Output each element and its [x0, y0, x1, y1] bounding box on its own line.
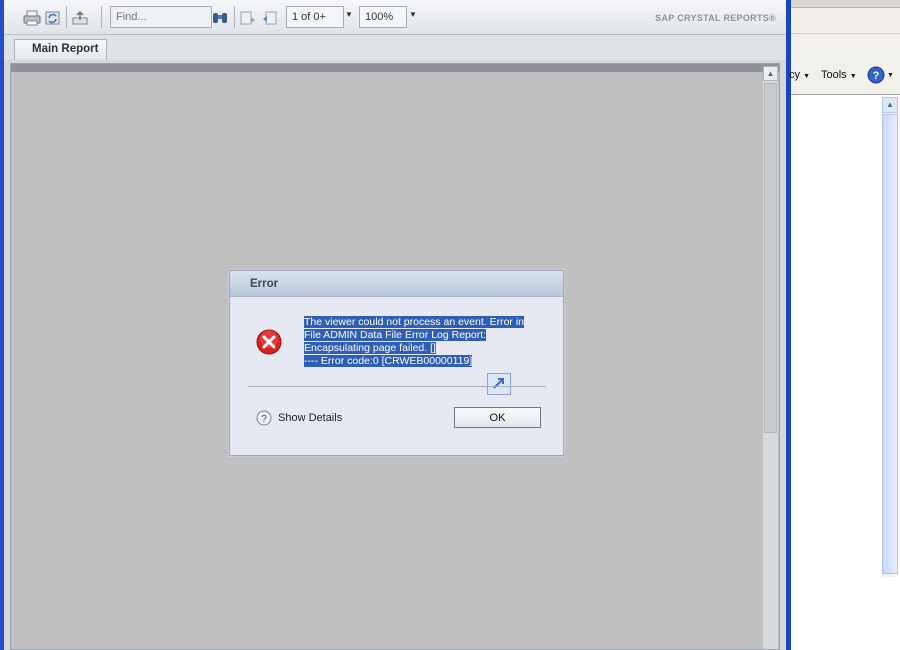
export-refresh-icon[interactable] [43, 8, 63, 28]
tab-main-report[interactable]: Main Report [14, 39, 108, 60]
window-border-left [0, 0, 4, 650]
zoom-dropdown-arrow-icon[interactable]: ▼ [409, 10, 417, 19]
help-icon: ? [867, 66, 885, 84]
scroll-thumb[interactable] [764, 83, 777, 433]
error-message-line: File ADMIN Data File Error Log Report: [304, 329, 487, 341]
chevron-down-icon: ▼ [803, 73, 810, 80]
error-icon [256, 329, 282, 355]
binoculars-icon[interactable] [210, 8, 230, 28]
error-message-line: ---- Error code:0 [CRWEB00000119] [304, 355, 473, 367]
crystal-reports-viewer: 1 of 0+ ▼ 100% ▼ SAP CRYSTAL REPORTS® Ma… [0, 0, 790, 650]
safety-menu-label: cy [789, 69, 800, 81]
toolbar-separator [66, 6, 67, 28]
find-input[interactable] [110, 6, 212, 28]
dialog-divider [248, 386, 546, 387]
svg-text:?: ? [261, 414, 267, 425]
dialog-title-bar[interactable]: Error [230, 271, 563, 297]
report-tab-bar: Main Report [4, 35, 786, 60]
browser-command-bar: cy ▼ Tools ▼ ? ▼ [789, 62, 900, 90]
browser-vertical-scrollbar[interactable]: ▲ [882, 97, 898, 577]
parameters-icon[interactable] [260, 8, 280, 28]
browser-address-area [791, 0, 900, 8]
zoom-select[interactable]: 100% [359, 6, 407, 28]
report-frame-header [11, 64, 779, 72]
toolbar-separator [101, 6, 102, 28]
resize-grip-icon[interactable] [487, 373, 511, 395]
svg-text:?: ? [873, 70, 880, 82]
chevron-down-icon: ▼ [849, 73, 857, 80]
report-vertical-scrollbar[interactable]: ▲ [763, 66, 778, 649]
safety-menu[interactable]: cy ▼ [789, 69, 810, 81]
error-message-line: Encapsulating page failed. [] [304, 342, 436, 354]
print-icon[interactable] [22, 8, 42, 28]
export-icon[interactable] [70, 8, 90, 28]
tools-menu-label: Tools [821, 69, 847, 81]
page-indicator[interactable]: 1 of 0+ [286, 6, 344, 28]
error-dialog: Error The viewer could not process an ev… [229, 270, 564, 456]
error-message-line: The viewer could not process an event. E… [304, 316, 525, 328]
browser-content-area: ▲ [791, 94, 900, 650]
show-details-link[interactable]: Show Details [278, 412, 342, 424]
scroll-thumb[interactable] [882, 114, 898, 574]
brand-logo-text: SAP CRYSTAL REPORTS® [655, 13, 776, 23]
scroll-up-arrow-icon[interactable]: ▲ [882, 97, 898, 113]
viewer-toolbar: 1 of 0+ ▼ 100% ▼ SAP CRYSTAL REPORTS® [4, 0, 786, 35]
browser-links-bar [791, 8, 900, 34]
help-question-icon[interactable]: ? [256, 410, 272, 426]
browser-window: cy ▼ Tools ▼ ? ▼ ▲ [789, 0, 900, 650]
ok-button[interactable]: OK [454, 407, 541, 428]
scroll-up-arrow-icon[interactable]: ▲ [763, 66, 778, 81]
dialog-title: Error [250, 278, 279, 290]
help-menu[interactable]: ? ▼ [867, 66, 894, 84]
chevron-down-icon: ▼ [887, 71, 894, 79]
error-message[interactable]: The viewer could not process an event. E… [304, 316, 544, 368]
group-tree-icon[interactable] [238, 8, 258, 28]
page-dropdown-arrow-icon[interactable]: ▼ [345, 10, 353, 19]
toolbar-separator [234, 6, 235, 28]
tools-menu[interactable]: Tools ▼ [821, 69, 857, 81]
